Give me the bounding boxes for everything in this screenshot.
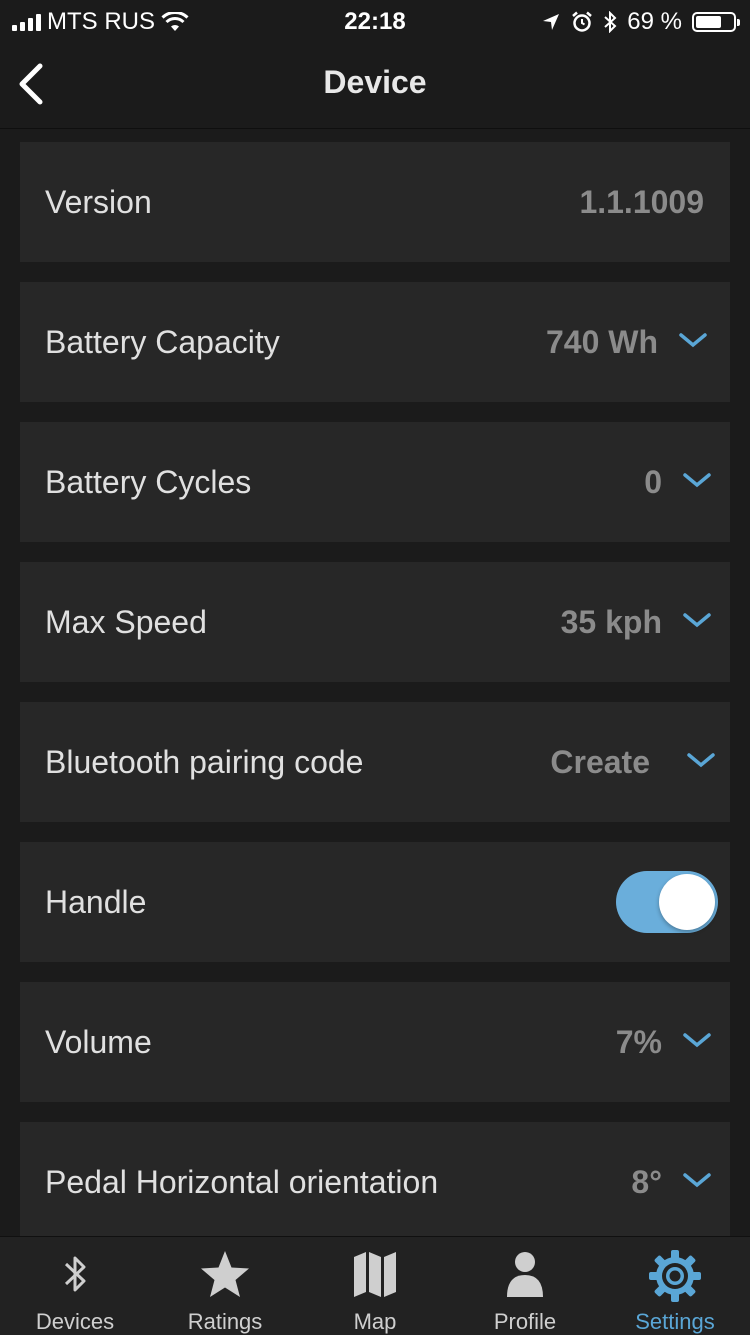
page-title: Device (323, 64, 427, 100)
tab-label: Settings (635, 1309, 715, 1334)
chevron-down-icon[interactable] (678, 330, 708, 350)
battery-icon (692, 12, 740, 32)
row-battery-capacity[interactable]: Battery Capacity 740 Wh (20, 282, 730, 402)
tab-label: Map (353, 1309, 397, 1334)
row-label: Battery Capacity (45, 324, 280, 360)
row-value: 35 kph (560, 604, 662, 640)
create-pairing-code-button[interactable]: Create (550, 702, 650, 822)
toggle-knob (659, 874, 715, 930)
chevron-down-icon[interactable] (682, 1170, 712, 1190)
chevron-down-icon[interactable] (682, 470, 712, 490)
bluetooth-status-icon (604, 11, 617, 33)
chevron-down-icon[interactable] (686, 750, 716, 770)
row-version: Version 1.1.1009 (20, 142, 730, 262)
row-volume[interactable]: Volume 7% (20, 982, 730, 1102)
row-value: 7% (615, 1024, 662, 1060)
tab-devices[interactable]: Devices (0, 1237, 150, 1335)
location-arrow-icon (543, 14, 560, 30)
person-icon (507, 1252, 543, 1297)
navigation-bar: Device (0, 40, 750, 129)
row-handle: Handle (20, 842, 730, 962)
row-label: Max Speed (45, 604, 207, 640)
row-max-speed[interactable]: Max Speed 35 kph (20, 562, 730, 682)
tab-bar: Devices Ratings Map Profile Settings (0, 1236, 750, 1335)
row-pedal-horizontal-orientation[interactable]: Pedal Horizontal orientation 8° (20, 1122, 730, 1242)
row-battery-cycles[interactable]: Battery Cycles 0 (20, 422, 730, 542)
tab-label: Devices (35, 1309, 115, 1334)
tab-label: Profile (493, 1309, 557, 1334)
row-value: 0 (644, 464, 662, 500)
battery-percent: 69 % (627, 8, 682, 35)
status-bar: MTS RUS 22:18 69 % (0, 0, 750, 40)
row-label: Volume (45, 1024, 152, 1060)
row-value: 1.1.1009 (579, 184, 704, 220)
row-label: Handle (45, 884, 147, 920)
device-settings-list: Version 1.1.1009 Battery Capacity 740 Wh… (20, 142, 730, 1262)
chevron-down-icon[interactable] (682, 1030, 712, 1050)
alarm-icon (572, 11, 593, 32)
tab-settings[interactable]: Settings (600, 1237, 750, 1335)
star-icon (201, 1251, 249, 1297)
tab-label: Ratings (187, 1309, 263, 1334)
row-value: 8° (631, 1164, 662, 1200)
tab-map[interactable]: Map (300, 1237, 450, 1335)
bluetooth-icon (64, 1256, 86, 1292)
gear-icon (649, 1250, 701, 1302)
row-label: Pedal Horizontal orientation (45, 1164, 439, 1200)
tab-ratings[interactable]: Ratings (150, 1237, 300, 1335)
row-label: Bluetooth pairing code (45, 744, 364, 780)
map-icon (354, 1252, 396, 1297)
row-bluetooth-pairing-code[interactable]: Bluetooth pairing code Create (20, 702, 730, 822)
chevron-down-icon[interactable] (682, 610, 712, 630)
row-label: Battery Cycles (45, 464, 252, 500)
tab-profile[interactable]: Profile (450, 1237, 600, 1335)
handle-toggle[interactable] (616, 871, 718, 933)
row-value: 740 Wh (545, 324, 658, 360)
row-label: Version (45, 184, 152, 220)
